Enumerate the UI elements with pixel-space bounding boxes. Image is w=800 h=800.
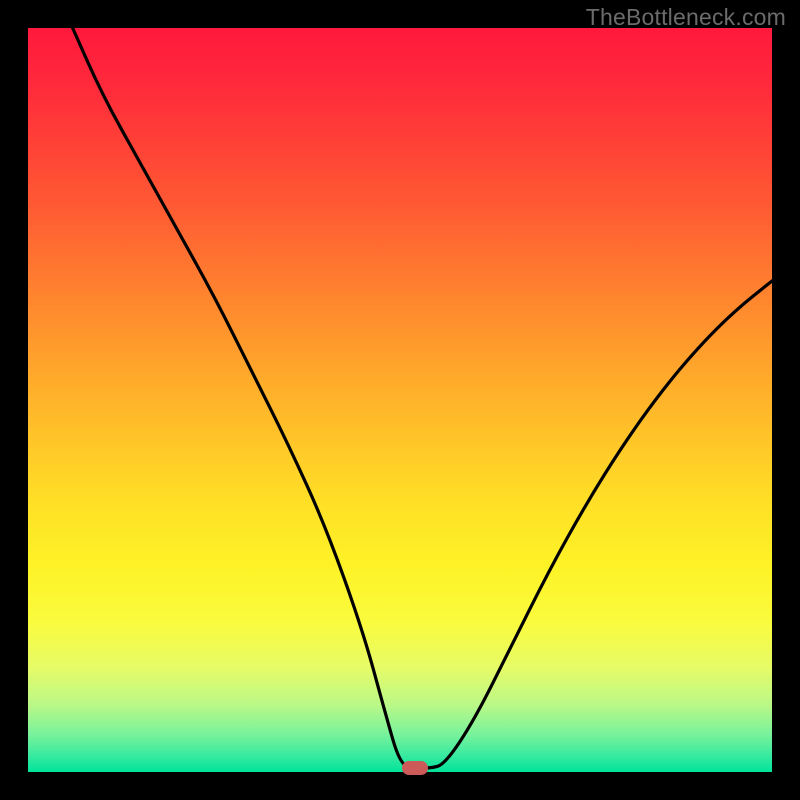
optimum-marker [402,761,428,775]
watermark-text: TheBottleneck.com [586,4,786,31]
chart-frame: TheBottleneck.com [0,0,800,800]
curve-layer [28,28,772,772]
bottleneck-curve [73,28,772,768]
